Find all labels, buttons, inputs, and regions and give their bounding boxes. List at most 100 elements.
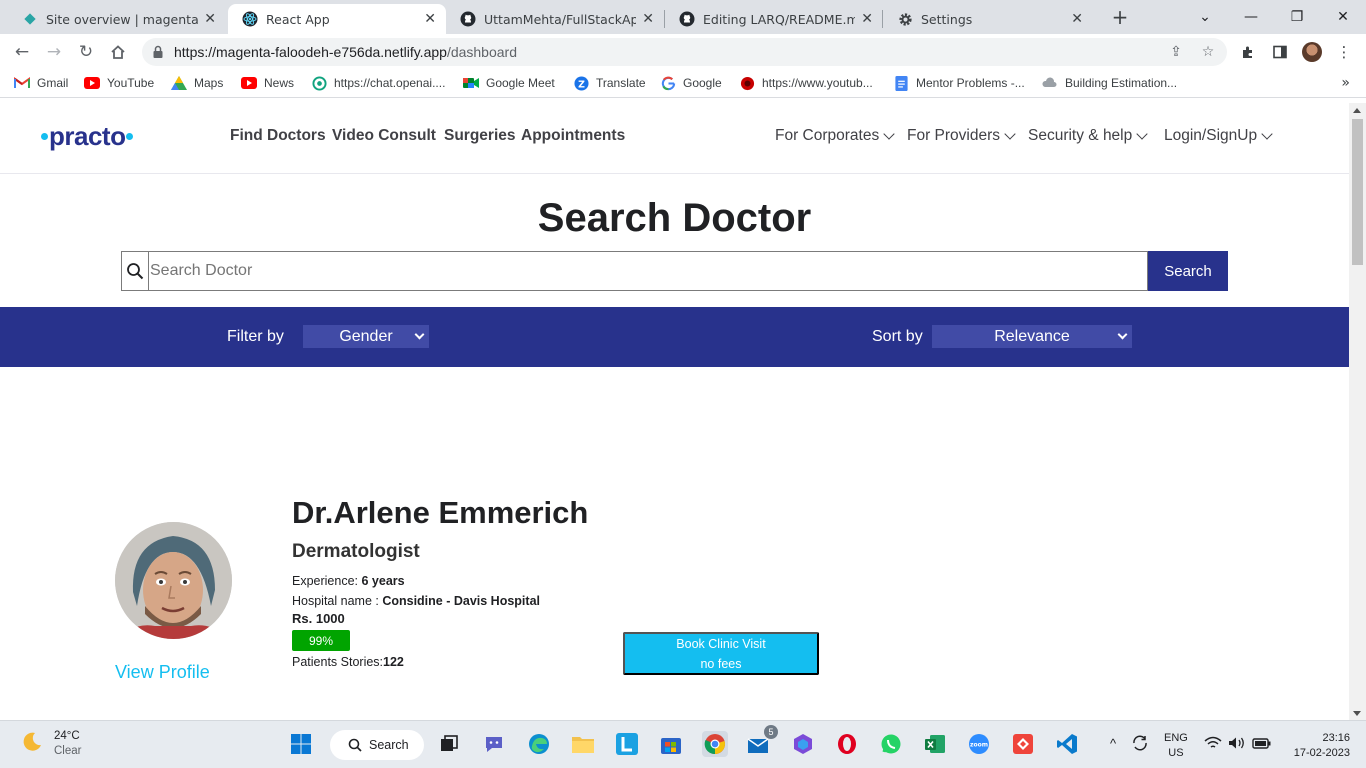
windows-start-icon[interactable] bbox=[288, 731, 314, 757]
tab-github-fullstack[interactable]: UttamMehta/FullStackApplic ✕ bbox=[446, 4, 664, 34]
moon-icon bbox=[20, 730, 44, 759]
taskbar-search-label: Search bbox=[369, 738, 409, 752]
gender-select[interactable]: Gender bbox=[303, 325, 429, 348]
doctor-card: View Profile Dr.Arlene Emmerich Dermatol… bbox=[0, 483, 1349, 720]
close-tab-icon[interactable]: ✕ bbox=[642, 11, 654, 27]
sort-select[interactable]: Relevance bbox=[932, 325, 1132, 348]
sort-select-value: Relevance bbox=[994, 327, 1070, 345]
book-clinic-visit-button[interactable]: Book Clinic Visit no fees bbox=[623, 632, 819, 675]
clock[interactable]: 23:16 17-02-2023 bbox=[1284, 731, 1350, 761]
menu-kebab-icon[interactable]: ⋮ bbox=[1333, 41, 1355, 63]
bookmark-youtube-link[interactable]: https://www.youtub... bbox=[739, 76, 873, 90]
scroll-down-icon[interactable] bbox=[1353, 711, 1361, 716]
battery-icon[interactable] bbox=[1252, 736, 1272, 755]
bookmark-youtube[interactable]: YouTube bbox=[84, 76, 154, 90]
back-icon[interactable]: ← bbox=[10, 40, 34, 64]
close-tab-icon[interactable]: ✕ bbox=[204, 11, 216, 27]
bookmark-maps[interactable]: Maps bbox=[171, 76, 223, 90]
wifi-icon[interactable] bbox=[1204, 736, 1222, 755]
address-bar[interactable]: https://magenta-faloodeh-e756da.netlify.… bbox=[142, 38, 1227, 66]
vscode-icon[interactable] bbox=[1054, 731, 1080, 757]
tab-github-readme[interactable]: Editing LARQ/README.md at ✕ bbox=[665, 4, 883, 34]
nav-find-doctors[interactable]: Find Doctors bbox=[230, 127, 326, 145]
reload-icon[interactable]: ↻ bbox=[74, 40, 98, 64]
doctor-name: Dr.Arlene Emmerich bbox=[292, 495, 589, 530]
nav-for-providers[interactable]: For Providers bbox=[907, 127, 1016, 145]
nav-video-consult[interactable]: Video Consult bbox=[332, 127, 436, 145]
nav-for-corporates[interactable]: For Corporates bbox=[775, 127, 895, 145]
search-button[interactable]: Search bbox=[1148, 251, 1228, 291]
chrome-icon[interactable] bbox=[702, 731, 728, 757]
close-tab-icon[interactable]: ✕ bbox=[1071, 11, 1083, 27]
microsoft-store-icon[interactable] bbox=[658, 731, 684, 757]
teams-chat-icon[interactable] bbox=[481, 731, 507, 757]
tab-react-app[interactable]: React App ✕ bbox=[228, 4, 446, 34]
page-scrollbar[interactable] bbox=[1349, 103, 1366, 720]
practo-logo[interactable]: practo bbox=[40, 121, 134, 152]
bookmark-news[interactable]: News bbox=[241, 76, 294, 90]
anydesk-icon[interactable] bbox=[1010, 731, 1036, 757]
tab-settings[interactable]: Settings ✕ bbox=[883, 4, 1093, 34]
restore-button[interactable]: ❐ bbox=[1274, 0, 1320, 34]
tab-site-overview[interactable]: Site overview | magenta-faloo ✕ bbox=[8, 4, 226, 34]
language-indicator[interactable]: ENG US bbox=[1164, 731, 1188, 761]
sort-label: Sort by bbox=[872, 328, 923, 345]
bookmark-chat-openai[interactable]: https://chat.openai.... bbox=[311, 75, 445, 91]
sync-icon[interactable] bbox=[1131, 734, 1149, 757]
chevron-down-icon bbox=[883, 128, 895, 140]
svg-text:zoom: zoom bbox=[970, 742, 988, 749]
copilot-icon[interactable] bbox=[790, 731, 816, 757]
weather-widget[interactable]: 24°C Clear bbox=[20, 729, 81, 759]
nav-surgeries[interactable]: Surgeries bbox=[444, 127, 516, 145]
more-bookmarks-icon[interactable]: » bbox=[1341, 75, 1350, 91]
search-input[interactable] bbox=[150, 252, 1140, 290]
bookmark-google[interactable]: Google bbox=[660, 76, 722, 90]
chevron-down-icon bbox=[1004, 128, 1016, 140]
bookmark-mentor-problems[interactable]: Mentor Problems -... bbox=[893, 75, 1025, 91]
nav-security-help[interactable]: Security & help bbox=[1028, 127, 1148, 145]
hospital-value: Considine - Davis Hospital bbox=[382, 594, 540, 608]
tab-search-chevron-icon[interactable]: ⌄ bbox=[1182, 0, 1228, 34]
minimize-button[interactable]: — bbox=[1228, 0, 1274, 34]
task-view-icon[interactable] bbox=[436, 731, 462, 757]
url-host: https://magenta-faloodeh-e756da.netlify.… bbox=[174, 44, 447, 60]
close-tab-icon[interactable]: ✕ bbox=[424, 11, 436, 27]
bookmark-google-meet[interactable]: Google Meet bbox=[463, 76, 555, 90]
nav-login-signup[interactable]: Login/SignUp bbox=[1164, 127, 1273, 145]
forward-icon[interactable]: → bbox=[42, 40, 66, 64]
tray-overflow-icon[interactable]: ^ bbox=[1110, 736, 1116, 751]
file-explorer-icon[interactable] bbox=[570, 731, 596, 757]
page-title: Search Doctor bbox=[537, 196, 812, 240]
view-profile-link[interactable]: View Profile bbox=[115, 662, 210, 683]
opera-browser-icon[interactable] bbox=[834, 731, 860, 757]
home-icon[interactable] bbox=[106, 40, 130, 64]
profile-avatar[interactable] bbox=[1301, 41, 1323, 63]
bookmark-label: News bbox=[264, 76, 295, 90]
close-window-button[interactable]: ✕ bbox=[1320, 0, 1366, 34]
scroll-up-icon[interactable] bbox=[1353, 108, 1361, 113]
new-tab-button[interactable]: + bbox=[1108, 5, 1132, 29]
mail-icon[interactable]: 5 bbox=[746, 725, 778, 757]
logo-dot bbox=[126, 133, 134, 140]
netlify-icon bbox=[22, 11, 38, 27]
zoom-icon[interactable]: zoom bbox=[966, 731, 992, 757]
bookmark-building-estimation[interactable]: Building Estimation... bbox=[1042, 76, 1177, 90]
bookmark-label: YouTube bbox=[107, 76, 155, 90]
close-tab-icon[interactable]: ✕ bbox=[861, 11, 873, 27]
share-icon[interactable]: ⇪ bbox=[1167, 43, 1185, 61]
launcher-l-icon[interactable] bbox=[614, 731, 640, 757]
volume-icon[interactable] bbox=[1228, 736, 1246, 755]
extensions-icon[interactable] bbox=[1237, 41, 1259, 63]
bookmark-gmail[interactable]: Gmail bbox=[14, 76, 68, 90]
taskbar-search[interactable]: Search bbox=[330, 730, 424, 760]
scrollbar-thumb[interactable] bbox=[1352, 119, 1363, 265]
nav-appointments[interactable]: Appointments bbox=[521, 127, 625, 145]
bookmark-translate[interactable]: Z Translate bbox=[573, 75, 646, 91]
excel-icon[interactable] bbox=[922, 731, 948, 757]
patient-stories: Patients Stories:122 bbox=[292, 655, 404, 669]
bookmark-star-icon[interactable]: ☆ bbox=[1199, 43, 1217, 61]
github-icon bbox=[460, 11, 476, 27]
whatsapp-icon[interactable] bbox=[878, 731, 904, 757]
side-panel-icon[interactable] bbox=[1269, 41, 1291, 63]
edge-icon[interactable] bbox=[526, 731, 552, 757]
